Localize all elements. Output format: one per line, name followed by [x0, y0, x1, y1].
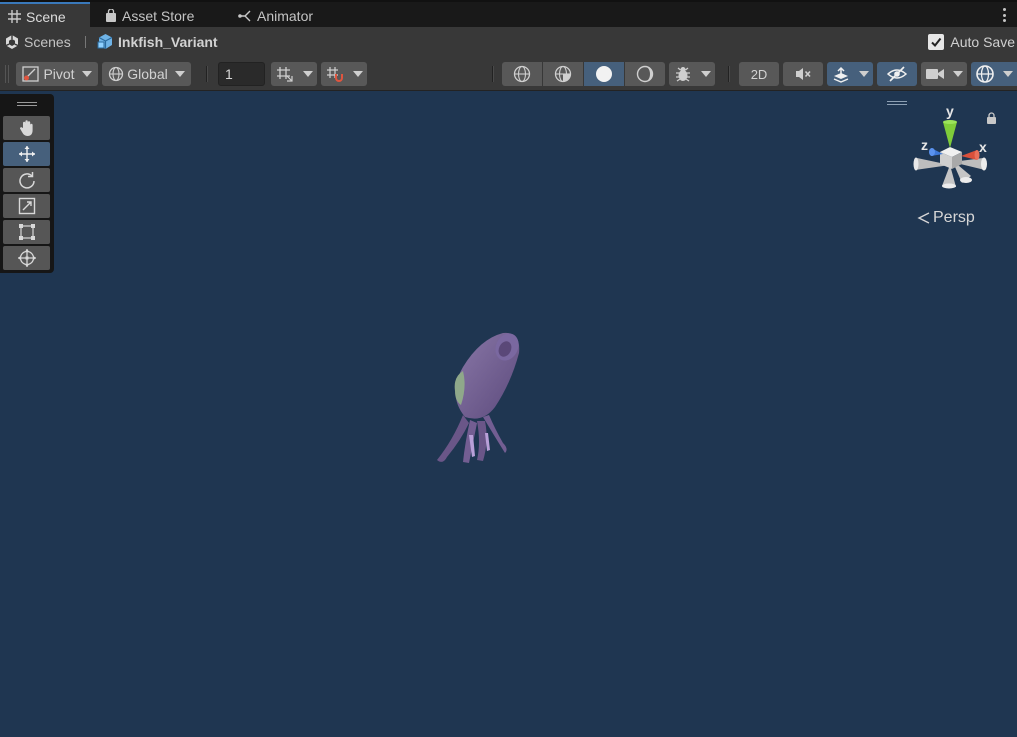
globe-icon — [109, 66, 124, 82]
shaded-sphere-icon — [596, 66, 612, 82]
breadcrumb-separator — [85, 36, 86, 48]
unlit-mode-button[interactable] — [625, 62, 665, 86]
hand-icon — [19, 120, 33, 136]
global-label: Global — [127, 66, 168, 82]
gizmo-globe-icon — [976, 65, 994, 83]
perspective-icon — [917, 212, 930, 224]
chevron-down-icon — [174, 71, 185, 77]
chevron-down-icon — [701, 71, 711, 77]
prefab-variant-icon — [97, 34, 113, 49]
more-options-icon[interactable] — [999, 7, 1009, 23]
shaded-wireframe-mode-button[interactable] — [543, 62, 583, 86]
chevron-down-icon — [953, 71, 963, 77]
camera-settings-dropdown[interactable] — [949, 62, 967, 86]
pivot-dropdown[interactable]: Pivot — [16, 62, 98, 86]
audio-mute-icon — [796, 68, 811, 80]
chevron-down-icon — [352, 71, 363, 77]
animator-icon — [238, 10, 251, 21]
camera-icon — [926, 69, 944, 79]
toolbar-divider — [492, 66, 494, 82]
tool-palette-grip[interactable] — [17, 102, 37, 106]
grid-visibility-button[interactable] — [271, 62, 298, 86]
effects-dropdown[interactable] — [855, 62, 873, 86]
breadcrumb-current-label: Inkfish_Variant — [118, 33, 218, 50]
move-icon — [18, 146, 35, 162]
tab-scene-label: Scene — [26, 8, 66, 25]
transform-icon — [17, 249, 36, 267]
projection-toggle[interactable]: Persp — [917, 209, 975, 227]
layers-effects-icon — [833, 66, 849, 83]
debug-draw-mode-dropdown[interactable] — [697, 62, 715, 86]
projection-label: Persp — [933, 209, 975, 226]
breadcrumb-root-label: Scenes — [24, 33, 71, 50]
pivot-label: Pivot — [43, 66, 75, 82]
tab-asset-store[interactable]: Asset Store — [97, 2, 215, 29]
checkmark-icon — [931, 37, 942, 47]
transform-tool-button[interactable] — [3, 246, 50, 270]
axis-x-label: x — [979, 139, 987, 155]
unlit-sphere-icon — [636, 65, 654, 83]
global-dropdown[interactable]: Global — [102, 62, 191, 86]
chevron-down-icon — [302, 71, 313, 77]
camera-settings-button[interactable] — [921, 62, 949, 86]
chevron-down-icon — [1003, 71, 1013, 77]
toolbar-grip[interactable] — [5, 65, 9, 83]
scale-tool-button[interactable] — [3, 194, 50, 218]
tab-animator-label: Animator — [257, 7, 314, 24]
snap-settings-button[interactable] — [321, 62, 348, 86]
hand-tool-button[interactable] — [3, 116, 50, 140]
mode-2d-toggle[interactable]: 2D — [739, 62, 779, 86]
scale-icon — [18, 197, 35, 215]
scene-visibility-toggle[interactable] — [877, 62, 917, 86]
shaded-mode-button[interactable] — [584, 62, 624, 86]
chevron-down-icon — [859, 71, 869, 77]
rotate-icon — [18, 172, 35, 189]
autosave-checkbox[interactable] — [928, 33, 945, 50]
rect-transform-icon — [18, 224, 35, 240]
grid-icon — [8, 10, 21, 23]
inkfish-model[interactable] — [425, 325, 525, 470]
magnet-snap-icon — [327, 67, 343, 82]
wireframe-mode-button[interactable] — [502, 62, 542, 86]
rect-tool-button[interactable] — [3, 220, 50, 244]
shaded-wireframe-sphere-icon — [554, 65, 572, 83]
breadcrumb-scenes[interactable]: Scenes — [4, 27, 71, 56]
autosave-label: Auto Save — [950, 33, 1015, 50]
tab-scene[interactable]: Scene — [0, 2, 90, 29]
scene-toolbar: Pivot Global 1 2D — [0, 56, 1017, 91]
axis-z-label: z — [921, 137, 928, 153]
toolbar-divider — [206, 66, 208, 82]
eye-hidden-icon — [887, 66, 907, 82]
toolbar-divider — [728, 66, 730, 82]
unity-logo-icon — [5, 34, 19, 49]
autosave-toggle[interactable]: Auto Save — [928, 27, 1015, 56]
gizmos-dropdown[interactable] — [999, 62, 1017, 86]
gizmo-grip[interactable] — [887, 101, 907, 105]
rotate-tool-button[interactable] — [3, 168, 50, 192]
chevron-down-icon — [81, 71, 92, 77]
tab-animator[interactable]: Animator — [230, 2, 330, 29]
axis-y-label: y — [946, 103, 954, 119]
debug-draw-mode-button[interactable] — [669, 62, 697, 86]
grid-visibility-dropdown[interactable] — [298, 62, 317, 86]
gizmos-toggle-button[interactable] — [971, 62, 999, 86]
bug-icon — [676, 67, 690, 82]
grid-snap-icon — [277, 67, 293, 82]
pivot-icon — [22, 66, 40, 82]
audio-toggle[interactable] — [783, 62, 823, 86]
wireframe-sphere-icon — [513, 65, 531, 83]
mode-2d-label: 2D — [750, 66, 768, 82]
snap-settings-dropdown[interactable] — [348, 62, 367, 86]
breadcrumb: Scenes Inkfish_Variant Auto Save — [0, 27, 1017, 56]
shopping-bag-icon — [106, 9, 116, 22]
tool-palette — [0, 94, 54, 273]
tab-bar: Scene Asset Store Animator — [0, 0, 1017, 29]
grid-snap-input[interactable]: 1 — [218, 62, 265, 86]
breadcrumb-current[interactable]: Inkfish_Variant — [97, 27, 218, 56]
tab-asset-store-label: Asset Store — [122, 7, 195, 24]
move-tool-button[interactable] — [3, 142, 50, 166]
effects-toggle-button[interactable] — [827, 62, 855, 86]
